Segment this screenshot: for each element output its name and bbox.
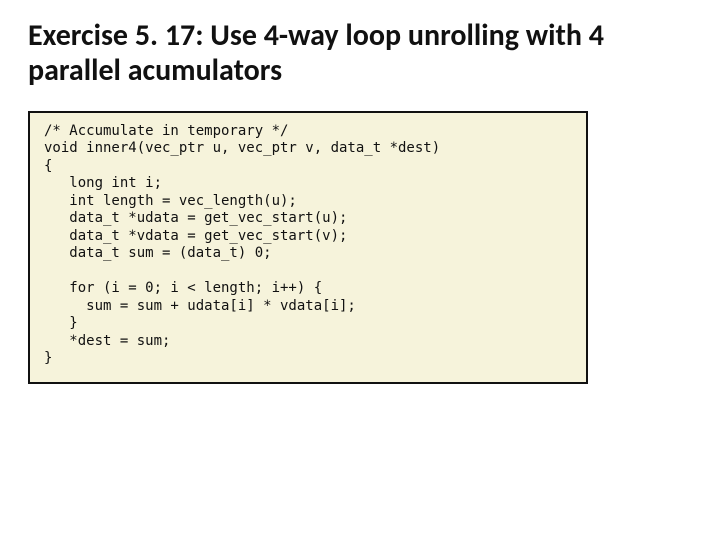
- slide: Exercise 5. 17: Use 4-way loop unrolling…: [0, 0, 720, 540]
- slide-title: Exercise 5. 17: Use 4-way loop unrolling…: [28, 18, 692, 89]
- code-box: /* Accumulate in temporary */ void inner…: [28, 111, 588, 384]
- code-listing: /* Accumulate in temporary */ void inner…: [44, 123, 572, 368]
